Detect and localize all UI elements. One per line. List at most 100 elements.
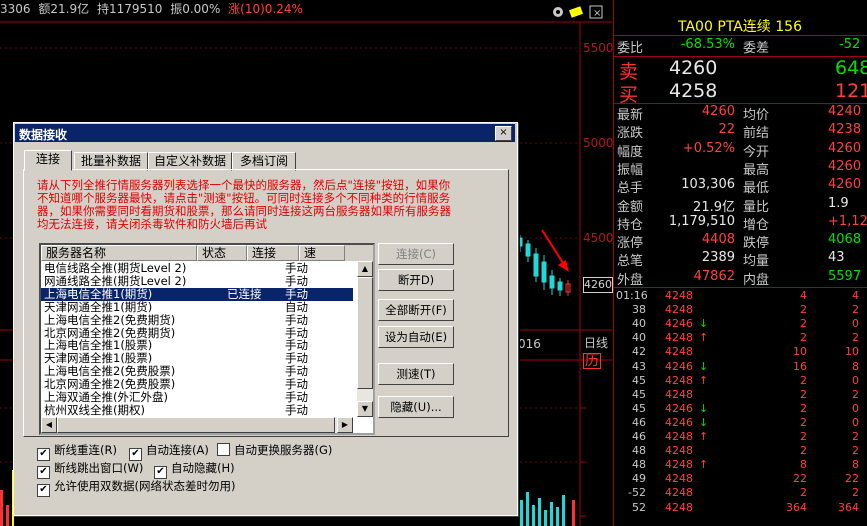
quote-label-2: 今开 [743, 144, 770, 160]
hide-button[interactable]: 隐藏(U)... [378, 396, 454, 418]
horizontal-scrollbar[interactable]: ◀ ▶ [41, 417, 353, 433]
tick-open-interest: 4 [852, 289, 859, 302]
quote-row: 金额 21.9亿 量比 1.9 [613, 196, 867, 216]
quote-value: 22 [718, 122, 735, 138]
tick-direction: ↓ [699, 317, 709, 331]
scroll-right-icon[interactable]: ▶ [337, 417, 353, 433]
checkbox-box[interactable]: ✔ [37, 448, 50, 461]
popup-on-drop-checkbox[interactable]: ✔ 断线跳出窗口(W) [37, 461, 144, 479]
quote-label: 涨跌 [617, 126, 644, 142]
checkbox-box[interactable]: ✔ [37, 484, 50, 497]
tab-connect[interactable]: 连接 [24, 150, 72, 171]
tick-time: 46 [632, 430, 646, 443]
checkbox-label: 自动隐藏(H) [171, 461, 235, 475]
tab-daily[interactable]: 日线 [584, 334, 608, 351]
checkbox-box[interactable]: ✔ [129, 448, 142, 461]
quote-label: 幅度 [617, 144, 644, 160]
quote-value-2: 4068 [828, 232, 862, 248]
server-name: 上海电信全推2(免费期货) [44, 312, 176, 327]
server-list[interactable]: 服务器名称 状态 连接 速 电信线路全推(期货Level 2) 手动 网通线路全推(… [39, 243, 375, 435]
quote-row: 涨停 4408 跌停 4068 [613, 232, 867, 252]
tick-open-interest: 2 [852, 486, 859, 500]
tick-price: 4248 [665, 331, 693, 345]
quote-label: 总笔 [617, 254, 644, 270]
server-name: 杭州双线全推(期权) [44, 402, 145, 417]
server-row[interactable]: 上海电信全推2(免费期货) 手动 [41, 312, 353, 327]
quote-label-2: 最低 [743, 181, 770, 197]
quote-label: 涨停 [617, 236, 644, 252]
quote-value-2: 5597 [828, 268, 862, 284]
set-auto-button[interactable]: 设为自动(E) [378, 326, 454, 348]
tick-row: 40 4248 ↑ 2 2 [613, 331, 867, 345]
checkbox-box[interactable]: ✔ [154, 466, 167, 479]
quote-label-2: 均价 [743, 108, 770, 123]
weicha-label: 委差 [743, 41, 770, 56]
weicha-value: -52 [839, 37, 861, 52]
tick-price: 4248 [665, 373, 693, 387]
tick-open-interest: 2 [852, 444, 859, 458]
tick-open-interest: 364 [838, 500, 859, 514]
quote-label-2: 最高 [743, 162, 770, 178]
quote-row: 总手 103,306 最低 4260 [613, 177, 867, 197]
col-status[interactable]: 状态 [197, 245, 247, 261]
contract-title: TA00 PTA连续 156 [678, 19, 802, 35]
tick-volume: 10 [793, 345, 807, 359]
auto-hide-checkbox[interactable]: ✔ 自动隐藏(H) [154, 461, 235, 479]
data-receive-dialog: 数据接收 × 连接 批量补数据 自定义补数据 多档订阅 请从下列全推行情服务器列… [13, 122, 518, 516]
dialog-titlebar[interactable]: 数据接收 × [15, 124, 515, 142]
tick-open-interest: 8 [852, 359, 859, 373]
tick-open-interest: 22 [845, 472, 859, 486]
tick-row: 40 4246 ↓ 2 0 [613, 317, 867, 331]
close-button[interactable]: × [495, 126, 512, 141]
scroll-up-icon[interactable]: ▲ [357, 261, 373, 277]
tick-direction: ↑ [699, 373, 709, 387]
buy-volume: 121 [835, 80, 867, 102]
tick-row: 46 4246 ↓ 2 0 [613, 416, 867, 430]
checkbox-box[interactable] [217, 443, 230, 456]
sell-volume: 648 [835, 57, 867, 79]
quote-value: 21.9亿 [693, 199, 735, 215]
quote-value: +0.52% [682, 140, 735, 156]
vertical-scrollbar[interactable]: ▲ ▼ [357, 261, 373, 417]
quote-panel: TA00 PTA连续 156 委比 -68.53% 委差 -52 卖 4260 … [613, 0, 867, 526]
col-server-name[interactable]: 服务器名称 [41, 245, 197, 261]
tick-direction: ↓ [699, 401, 709, 415]
scroll-down-icon[interactable]: ▼ [357, 401, 373, 417]
quote-label: 金额 [617, 199, 644, 215]
tick-row: 45 4248 2 2 [613, 388, 867, 402]
dual-data-checkbox[interactable]: ✔ 允许使用双数据(网络状态差时勿用) [37, 479, 235, 497]
tick-time: 38 [632, 303, 646, 317]
scroll-thumb[interactable] [357, 277, 373, 389]
weibi-label: 委比 [617, 41, 644, 56]
connect-button[interactable]: 连接(C) [378, 243, 454, 265]
col-speed[interactable]: 速 [299, 245, 345, 261]
auto-switch-checkbox[interactable]: 自动更换服务器(G) [217, 443, 332, 457]
disconnect-all-button[interactable]: 全部断开(F) [378, 299, 454, 321]
tick-time: 45 [632, 401, 646, 415]
speed-test-button[interactable]: 测速(T) [378, 363, 454, 385]
tick-time: 45 [632, 373, 646, 387]
reconnect-checkbox[interactable]: ✔ 断线重连(R) [37, 443, 117, 461]
disconnect-button[interactable]: 断开D) [378, 269, 454, 291]
tick-price: 4248 [665, 458, 693, 472]
tick-row: 48 4248 ↑ 8 8 [613, 458, 867, 472]
quote-label: 最新 [617, 108, 644, 123]
tick-row: 52 4248 364 364 [613, 501, 867, 515]
hscroll-thumb[interactable] [57, 417, 335, 433]
dialog-title: 数据接收 [19, 128, 68, 142]
scroll-left-icon[interactable]: ◀ [41, 417, 57, 433]
tick-price: 4248 [665, 345, 693, 359]
quote-label: 总手 [617, 181, 644, 197]
col-connect[interactable]: 连接 [247, 245, 299, 261]
checkbox-box[interactable]: ✔ [37, 466, 50, 479]
checkbox-label: 断线跳出窗口(W) [54, 461, 144, 475]
tab-other[interactable]: 历 [583, 353, 601, 369]
server-row[interactable]: 天津网通全推1(期货) 自动 [41, 300, 353, 314]
tick-time: 43 [632, 359, 646, 373]
tick-direction: ↑ [699, 430, 709, 443]
server-row[interactable]: 网通线路全推(期货Level 2) 手动 [41, 274, 353, 288]
server-row[interactable]: 杭州双线全推(期权) 手动 [41, 402, 353, 417]
auto-connect-checkbox[interactable]: ✔ 自动连接(A) [129, 443, 209, 461]
y-label-5500: 5500 [583, 41, 614, 55]
server-row[interactable]: 上海电信全推1(期货) 已连接 手动 [41, 287, 353, 301]
